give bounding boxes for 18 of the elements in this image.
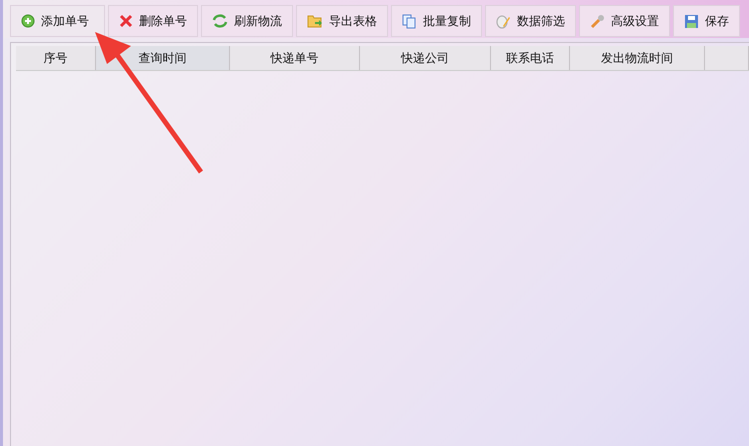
toolbar-button[interactable]: 刷新物流 — [201, 5, 293, 37]
toolbar-button[interactable]: 批量复制 — [391, 5, 482, 37]
toolbar-button[interactable]: 添加单号 — [10, 5, 105, 37]
column-header[interactable]: 发出物流时间 — [570, 46, 705, 70]
toolbar-button[interactable]: 高级设置 — [579, 5, 670, 37]
toolbar-button[interactable]: 导出表格 — [296, 5, 388, 37]
column-header[interactable]: 快递公司 — [360, 46, 491, 70]
close-icon — [119, 14, 133, 28]
folder-icon — [307, 14, 323, 28]
column-header[interactable]: 快递单号 — [230, 46, 360, 70]
toolbar-button[interactable]: 数据筛选 — [485, 5, 576, 37]
refresh-icon — [212, 14, 228, 28]
plus-circle-icon — [21, 14, 35, 28]
wrench-icon — [590, 14, 605, 28]
toolbar-button[interactable]: 删除单号 — [108, 5, 198, 37]
copy-icon — [402, 14, 417, 28]
column-header[interactable]: 联系电话 — [491, 46, 570, 70]
toolbar-button[interactable]: 保存 — [673, 5, 740, 37]
